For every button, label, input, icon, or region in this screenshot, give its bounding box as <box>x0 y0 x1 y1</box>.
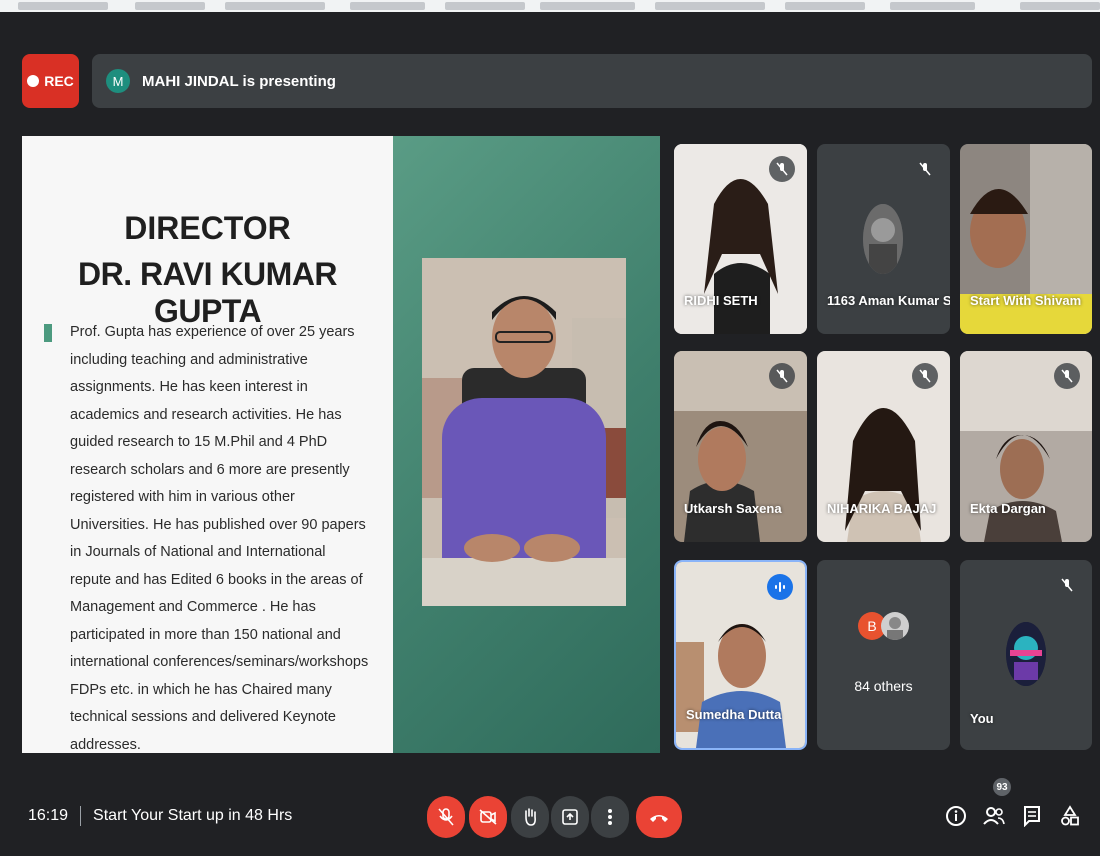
chat-icon[interactable] <box>1018 802 1046 830</box>
mic-off-icon <box>1054 572 1080 598</box>
participant-name: Sumedha Dutta <box>686 707 782 722</box>
participant-tile[interactable]: RIDHI SETH <box>674 144 807 334</box>
participant-tile[interactable]: NIHARIKA BAJAJ <box>817 351 950 542</box>
raise-hand-button[interactable] <box>511 796 549 838</box>
participant-tile[interactable]: 1163 Aman Kumar S... <box>817 144 950 334</box>
participant-name: NIHARIKA BAJAJ <box>827 501 937 516</box>
bookmarks-bar <box>0 0 1100 12</box>
rec-label: REC <box>44 73 74 89</box>
participant-name: 1163 Aman Kumar S... <box>827 293 950 308</box>
bottom-control-bar: 16:19 Start Your Start up in 48 Hrs 93 <box>0 768 1100 856</box>
recording-indicator: REC <box>22 54 79 108</box>
others-count-label: 84 others <box>854 678 913 694</box>
shared-presentation: DIRECTOR DR. RAVI KUMAR GUPTA Prof. Gupt… <box>22 136 660 753</box>
mic-off-icon <box>769 363 795 389</box>
presenting-text: MAHI JINDAL is presenting <box>142 72 336 90</box>
people-icon[interactable] <box>980 802 1008 830</box>
self-tile[interactable]: You <box>960 560 1092 750</box>
mic-off-icon <box>912 156 938 182</box>
avatar <box>881 612 909 640</box>
participant-tile[interactable]: Ekta Dargan <box>960 351 1092 542</box>
participant-name: RIDHI SETH <box>684 293 758 308</box>
meeting-details-icon[interactable] <box>942 802 970 830</box>
leave-call-button[interactable] <box>636 796 682 838</box>
divider <box>80 806 82 826</box>
participant-count-badge: 93 <box>993 778 1011 796</box>
director-photo <box>422 258 626 606</box>
avatar <box>1006 622 1046 686</box>
present-screen-button[interactable] <box>551 796 589 838</box>
others-tile[interactable]: B 84 others <box>817 560 950 750</box>
slide-text-panel: DIRECTOR DR. RAVI KUMAR GUPTA Prof. Gupt… <box>22 136 393 753</box>
slide-bio-text: Prof. Gupta has experience of over 25 ye… <box>70 324 369 753</box>
activities-icon[interactable] <box>1056 802 1084 830</box>
meeting-title: Start Your Start up in 48 Hrs <box>93 807 293 824</box>
more-options-button[interactable] <box>591 796 629 838</box>
mic-off-icon <box>912 363 938 389</box>
avatar <box>863 204 903 274</box>
mic-toggle-button[interactable] <box>427 796 465 838</box>
slide-title: DIRECTOR <box>124 210 291 246</box>
participant-name: You <box>970 711 994 726</box>
participant-name: Ekta Dargan <box>970 501 1046 516</box>
current-time: 16:19 <box>28 807 69 824</box>
mic-off-icon <box>1054 363 1080 389</box>
slide-photo-panel <box>393 136 660 753</box>
bullet-marker <box>44 324 52 342</box>
presenting-banner[interactable]: M MAHI JINDAL is presenting <box>92 54 1092 108</box>
participant-name: Start With Shivam <box>970 293 1082 308</box>
speaking-indicator-icon <box>767 574 793 600</box>
participant-name: Utkarsh Saxena <box>684 501 782 516</box>
participant-tile-active-speaker[interactable]: Sumedha Dutta <box>674 560 807 750</box>
record-dot-icon <box>27 75 40 87</box>
camera-toggle-button[interactable] <box>469 796 507 838</box>
top-bar: REC M MAHI JINDAL is presenting <box>22 54 1092 108</box>
mic-off-icon <box>769 156 795 182</box>
participant-tile[interactable]: Start With Shivam <box>960 144 1092 334</box>
presenter-avatar: M <box>106 69 130 93</box>
participant-tile[interactable]: Utkarsh Saxena <box>674 351 807 542</box>
meeting-info: 16:19 Start Your Start up in 48 Hrs <box>28 806 292 826</box>
